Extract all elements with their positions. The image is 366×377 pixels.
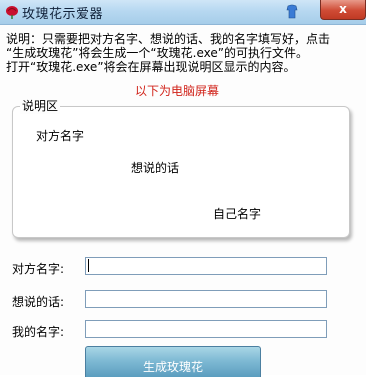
- sender-label: 我的名字:: [12, 325, 65, 339]
- window-title: 玫瑰花示爱器: [22, 7, 104, 22]
- shirt-icon[interactable]: [286, 4, 298, 19]
- generate-rose-button[interactable]: 生成玫瑰花: [85, 346, 261, 377]
- text-caret: [88, 259, 89, 272]
- message-input[interactable]: [85, 290, 327, 308]
- preview-sender: 自己名字: [213, 207, 262, 221]
- recipient-label: 对方名字:: [12, 262, 65, 276]
- title-bar[interactable]: 玫瑰花示爱器 x: [0, 0, 366, 25]
- recipient-input[interactable]: [85, 257, 327, 275]
- screen-note: 以下为电脑屏幕: [135, 84, 220, 98]
- close-button[interactable]: x: [320, 0, 366, 20]
- preview-area: [12, 106, 350, 238]
- description-line: 说明：只需要把对方名字、想说的话、我的名字填写好，点击: [6, 32, 331, 46]
- app-window: 玫瑰花示爱器 x 说明：只需要把对方名字、想说的话、我的名字填写好，点击 “生成…: [0, 0, 366, 377]
- preview-message: 想说的话: [131, 161, 180, 175]
- preview-recipient: 对方名字: [36, 129, 85, 143]
- sender-input[interactable]: [85, 320, 327, 338]
- message-label: 想说的话:: [12, 295, 65, 309]
- description-line: “生成玫瑰花”将会生成一个“玫瑰花.exe”的可执行文件。: [6, 46, 308, 60]
- description-text: 说明：只需要把对方名字、想说的话、我的名字填写好，点击 “生成玫瑰花”将会生成一…: [6, 32, 362, 74]
- rose-icon: [6, 6, 18, 19]
- description-line: 打开“玫瑰花.exe”将会在屏幕出现说明区显示的内容。: [6, 60, 296, 74]
- preview-legend: 说明区: [20, 97, 61, 114]
